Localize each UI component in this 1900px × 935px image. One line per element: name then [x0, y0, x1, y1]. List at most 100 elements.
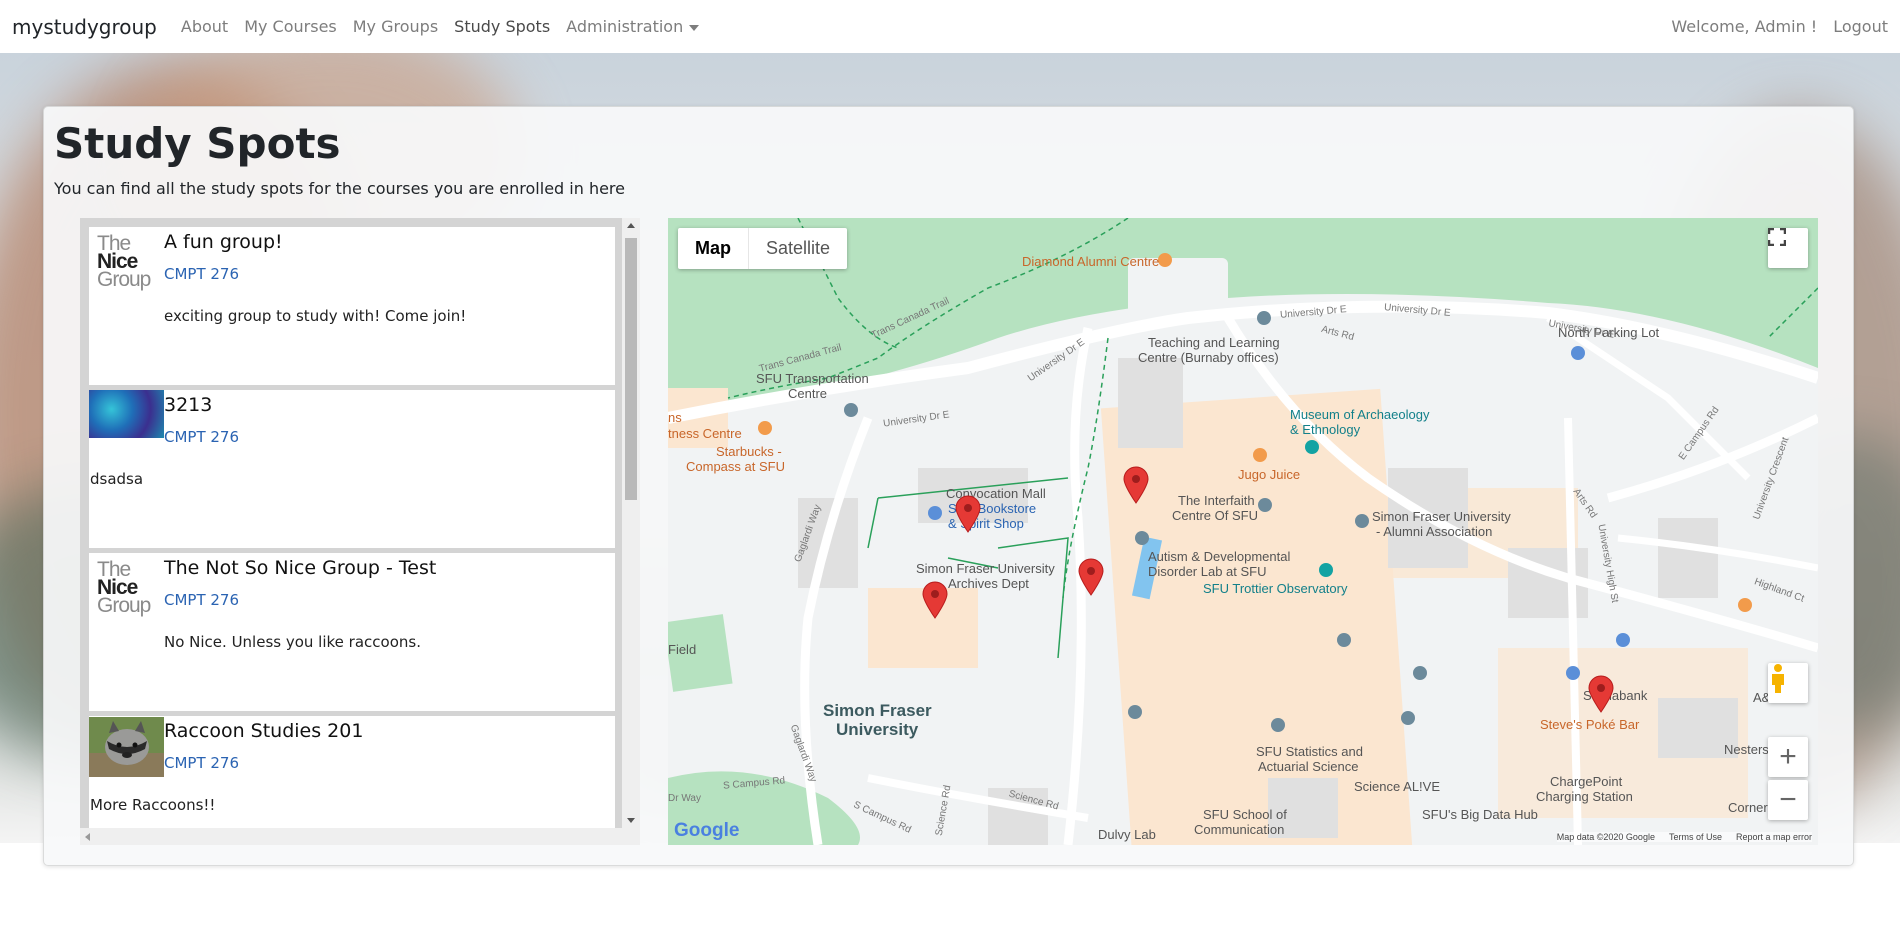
- map-label[interactable]: Dulvy Lab: [1098, 827, 1156, 842]
- map-label[interactable]: SFU's Big Data Hub: [1422, 807, 1538, 822]
- shopping-icon[interactable]: [928, 506, 942, 520]
- street-view-pegman-button[interactable]: [1768, 663, 1808, 703]
- map-label[interactable]: Centre: [788, 386, 827, 401]
- map-label[interactable]: Autism & Developmental: [1148, 549, 1290, 564]
- study-spots-map[interactable]: Map Satellite + − Diamond Alumni Centre …: [668, 218, 1818, 845]
- group-course[interactable]: CMPT 276: [164, 754, 239, 772]
- group-card[interactable]: Raccoon Studies 201 CMPT 276 More Raccoo…: [89, 716, 615, 845]
- study-spot-marker[interactable]: [1588, 675, 1614, 713]
- scroll-up-icon[interactable]: [627, 223, 635, 228]
- restaurant-icon[interactable]: [1738, 598, 1752, 612]
- map-label[interactable]: University: [836, 720, 918, 740]
- study-spot-marker[interactable]: [922, 581, 948, 619]
- group-course[interactable]: CMPT 276: [164, 428, 239, 446]
- map-label[interactable]: Steve's Poké Bar: [1540, 717, 1639, 732]
- map-type-satellite-button[interactable]: Satellite: [749, 228, 847, 269]
- nav-study-spots[interactable]: Study Spots: [454, 17, 550, 36]
- study-spot-marker[interactable]: [955, 495, 981, 533]
- scroll-down-icon[interactable]: [627, 818, 635, 823]
- nav-my-courses[interactable]: My Courses: [244, 17, 337, 36]
- map-label[interactable]: SFU School of: [1203, 807, 1287, 822]
- observatory-icon[interactable]: [1319, 563, 1333, 577]
- charging-station-icon[interactable]: [1566, 666, 1580, 680]
- group-name[interactable]: A fun group!: [164, 231, 283, 253]
- fullscreen-button[interactable]: [1768, 228, 1808, 268]
- page-title: Study Spots: [54, 119, 341, 168]
- map-label[interactable]: Compass at SFU: [686, 459, 785, 474]
- map-label[interactable]: Charging Station: [1536, 789, 1633, 804]
- map-label[interactable]: Actuarial Science: [1258, 759, 1358, 774]
- map-label[interactable]: - Alumni Association: [1376, 524, 1492, 539]
- place-icon[interactable]: [1271, 718, 1285, 732]
- place-icon[interactable]: [1257, 311, 1271, 325]
- group-card[interactable]: The Nice Group The Not So Nice Group - Tes…: [89, 553, 615, 711]
- caret-down-icon: [689, 24, 700, 31]
- logo-line: Group: [97, 268, 151, 291]
- place-icon[interactable]: [1401, 711, 1415, 725]
- study-spot-marker[interactable]: [1123, 466, 1149, 504]
- place-icon[interactable]: [1413, 666, 1427, 680]
- google-wordmark: Google: [674, 820, 740, 841]
- nav-administration-label: Administration: [566, 17, 684, 36]
- place-icon[interactable]: [844, 403, 858, 417]
- group-card[interactable]: The Nice Group A fun group! CMPT 276 excit…: [89, 227, 615, 385]
- terms-of-use-link[interactable]: Terms of Use: [1669, 832, 1722, 842]
- scrollbar-thumb[interactable]: [625, 238, 637, 500]
- map-label[interactable]: Jugo Juice: [1238, 467, 1300, 482]
- map-label[interactable]: Science AL!VE: [1354, 779, 1440, 794]
- group-name[interactable]: The Not So Nice Group - Test: [164, 557, 436, 579]
- map-label[interactable]: SFU Statistics and: [1256, 744, 1363, 759]
- map-label[interactable]: tness Centre: [668, 426, 742, 441]
- map-label[interactable]: Teaching and Learning: [1148, 335, 1280, 350]
- map-label[interactable]: Communication: [1194, 822, 1284, 837]
- map-label[interactable]: & Ethnology: [1290, 422, 1360, 437]
- study-spot-marker[interactable]: [1078, 558, 1104, 596]
- group-name[interactable]: 3213: [164, 394, 212, 416]
- brand-link[interactable]: mystudygroup: [12, 15, 157, 39]
- zoom-in-button[interactable]: +: [1768, 737, 1808, 777]
- map-label[interactable]: SFU Trottier Observatory: [1203, 581, 1347, 596]
- map-label[interactable]: SFU Transportation: [756, 371, 869, 386]
- group-name[interactable]: Raccoon Studies 201: [164, 720, 363, 742]
- place-icon[interactable]: [1135, 531, 1149, 545]
- school-icon[interactable]: [1337, 633, 1351, 647]
- map-label[interactable]: Corner: [1728, 800, 1768, 815]
- nav-my-groups[interactable]: My Groups: [353, 17, 438, 36]
- place-icon[interactable]: [1258, 498, 1272, 512]
- restaurant-icon[interactable]: [1253, 448, 1267, 462]
- nav-administration-dropdown[interactable]: Administration: [566, 17, 700, 36]
- zoom-out-button[interactable]: −: [1768, 780, 1808, 820]
- map-label[interactable]: Field: [668, 642, 696, 657]
- scroll-left-icon[interactable]: [85, 833, 90, 841]
- parking-icon[interactable]: [1571, 346, 1585, 360]
- place-icon[interactable]: [1355, 514, 1369, 528]
- restaurant-icon[interactable]: [1158, 253, 1172, 267]
- map-label[interactable]: Centre Of SFU: [1172, 508, 1258, 523]
- nav-about[interactable]: About: [181, 17, 228, 36]
- map-label[interactable]: Centre (Burnaby offices): [1138, 350, 1279, 365]
- map-label[interactable]: Museum of Archaeology: [1290, 407, 1429, 422]
- map-label[interactable]: Starbucks -: [716, 444, 782, 459]
- bank-icon[interactable]: [1616, 633, 1630, 647]
- museum-icon[interactable]: [1305, 440, 1319, 454]
- vertical-scrollbar[interactable]: [622, 218, 640, 828]
- map-label[interactable]: Simon Fraser University: [916, 561, 1055, 576]
- map-label[interactable]: Disorder Lab at SFU: [1148, 564, 1267, 579]
- map-label[interactable]: ns: [668, 410, 682, 425]
- map-label[interactable]: Simon Fraser University: [1372, 509, 1511, 524]
- map-label[interactable]: Archives Dept: [948, 576, 1029, 591]
- map-label[interactable]: Simon Fraser: [823, 701, 932, 721]
- gym-icon[interactable]: [758, 421, 772, 435]
- group-course[interactable]: CMPT 276: [164, 265, 239, 283]
- map-type-map-button[interactable]: Map: [678, 228, 749, 269]
- logout-link[interactable]: Logout: [1833, 17, 1888, 36]
- map-label[interactable]: ChargePoint: [1550, 774, 1622, 789]
- group-card[interactable]: 3213 CMPT 276 dsadsa: [89, 390, 615, 548]
- map-label[interactable]: The Interfaith: [1178, 493, 1255, 508]
- report-map-error-link[interactable]: Report a map error: [1736, 832, 1812, 842]
- place-icon[interactable]: [1128, 705, 1142, 719]
- group-course[interactable]: CMPT 276: [164, 591, 239, 609]
- group-list[interactable]: The Nice Group A fun group! CMPT 276 excit…: [80, 218, 640, 845]
- map-label[interactable]: Diamond Alumni Centre: [1022, 254, 1159, 269]
- horizontal-scrollbar[interactable]: [80, 828, 640, 845]
